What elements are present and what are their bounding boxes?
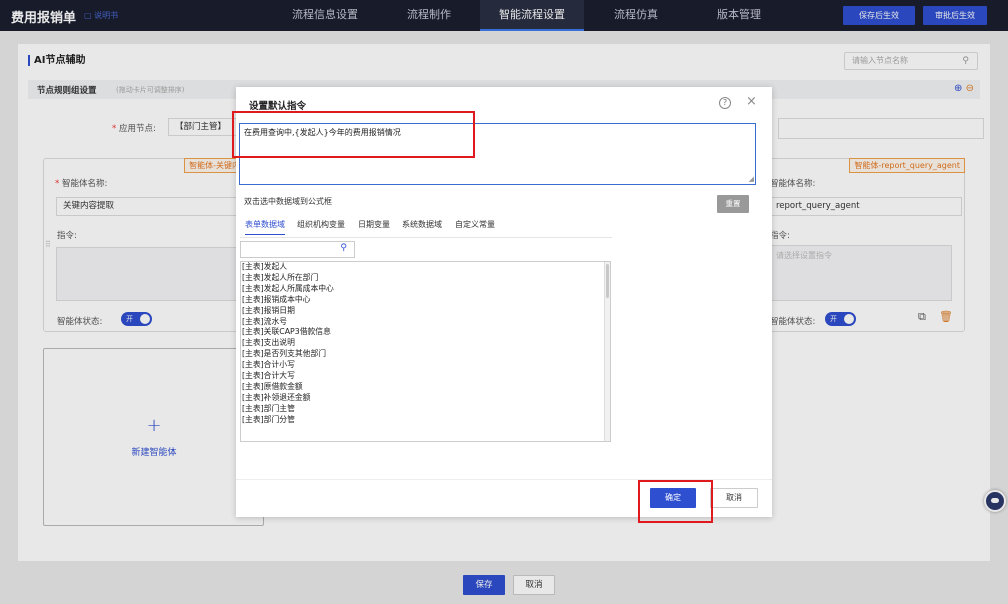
reset-button[interactable]: 重置	[717, 195, 749, 213]
field-list-item[interactable]: [主表]关联CAP3借款信息	[241, 327, 610, 338]
field-list-item[interactable]: [主表]补领退还金额	[241, 393, 610, 404]
modal-cancel-button[interactable]: 取消	[710, 488, 758, 508]
field-list-item[interactable]: [主表]报销成本中心	[241, 295, 610, 306]
field-list-item[interactable]: [主表]发起人所属成本中心	[241, 284, 610, 295]
field-list-item[interactable]: [主表]合计小写	[241, 360, 610, 371]
field-search-input[interactable]: ⚲	[240, 241, 355, 258]
field-list-item[interactable]: [主表]合计大写	[241, 371, 610, 382]
help-icon[interactable]: ?	[719, 97, 731, 109]
tab-date-variables[interactable]: 日期变量	[358, 219, 390, 230]
field-list-item[interactable]: [主表]原借款金额	[241, 382, 610, 393]
field-list-item[interactable]: [主表]部门主管	[241, 404, 610, 415]
field-list-scrollbar[interactable]	[604, 262, 610, 441]
search-icon[interactable]: ⚲	[340, 243, 347, 253]
field-list-item[interactable]: [主表]支出说明	[241, 338, 610, 349]
tabs-divider	[240, 237, 612, 238]
field-list[interactable]: [主表]发起人 [主表]发起人所在部门 [主表]发起人所属成本中心 [主表]报销成本中…	[240, 261, 611, 442]
field-list-item[interactable]: [主表]报销日期	[241, 306, 610, 317]
field-list-item[interactable]: [主表]是否列支其他部门	[241, 349, 610, 360]
field-list-item[interactable]: [主表]发起人	[241, 262, 610, 273]
modal-title: 设置默认指令	[249, 101, 307, 112]
double-click-hint: 双击选中数据域到公式框	[244, 197, 332, 206]
tab-custom-constants[interactable]: 自定义常量	[455, 219, 495, 230]
tab-system-fields[interactable]: 系统数据域	[402, 219, 442, 230]
tab-form-fields[interactable]: 表单数据域	[245, 219, 285, 235]
resize-grip-icon[interactable]: ◢	[749, 175, 754, 183]
close-icon[interactable]: ×	[746, 94, 757, 109]
field-list-item[interactable]: [主表]部门分管	[241, 415, 610, 426]
field-list-item[interactable]: [主表]流水号	[241, 317, 610, 328]
field-list-item[interactable]: [主表]发起人所在部门	[241, 273, 610, 284]
highlight-instruction-box	[232, 111, 475, 158]
tab-org-variables[interactable]: 组织机构变量	[297, 219, 345, 230]
highlight-confirm-button	[638, 480, 713, 523]
